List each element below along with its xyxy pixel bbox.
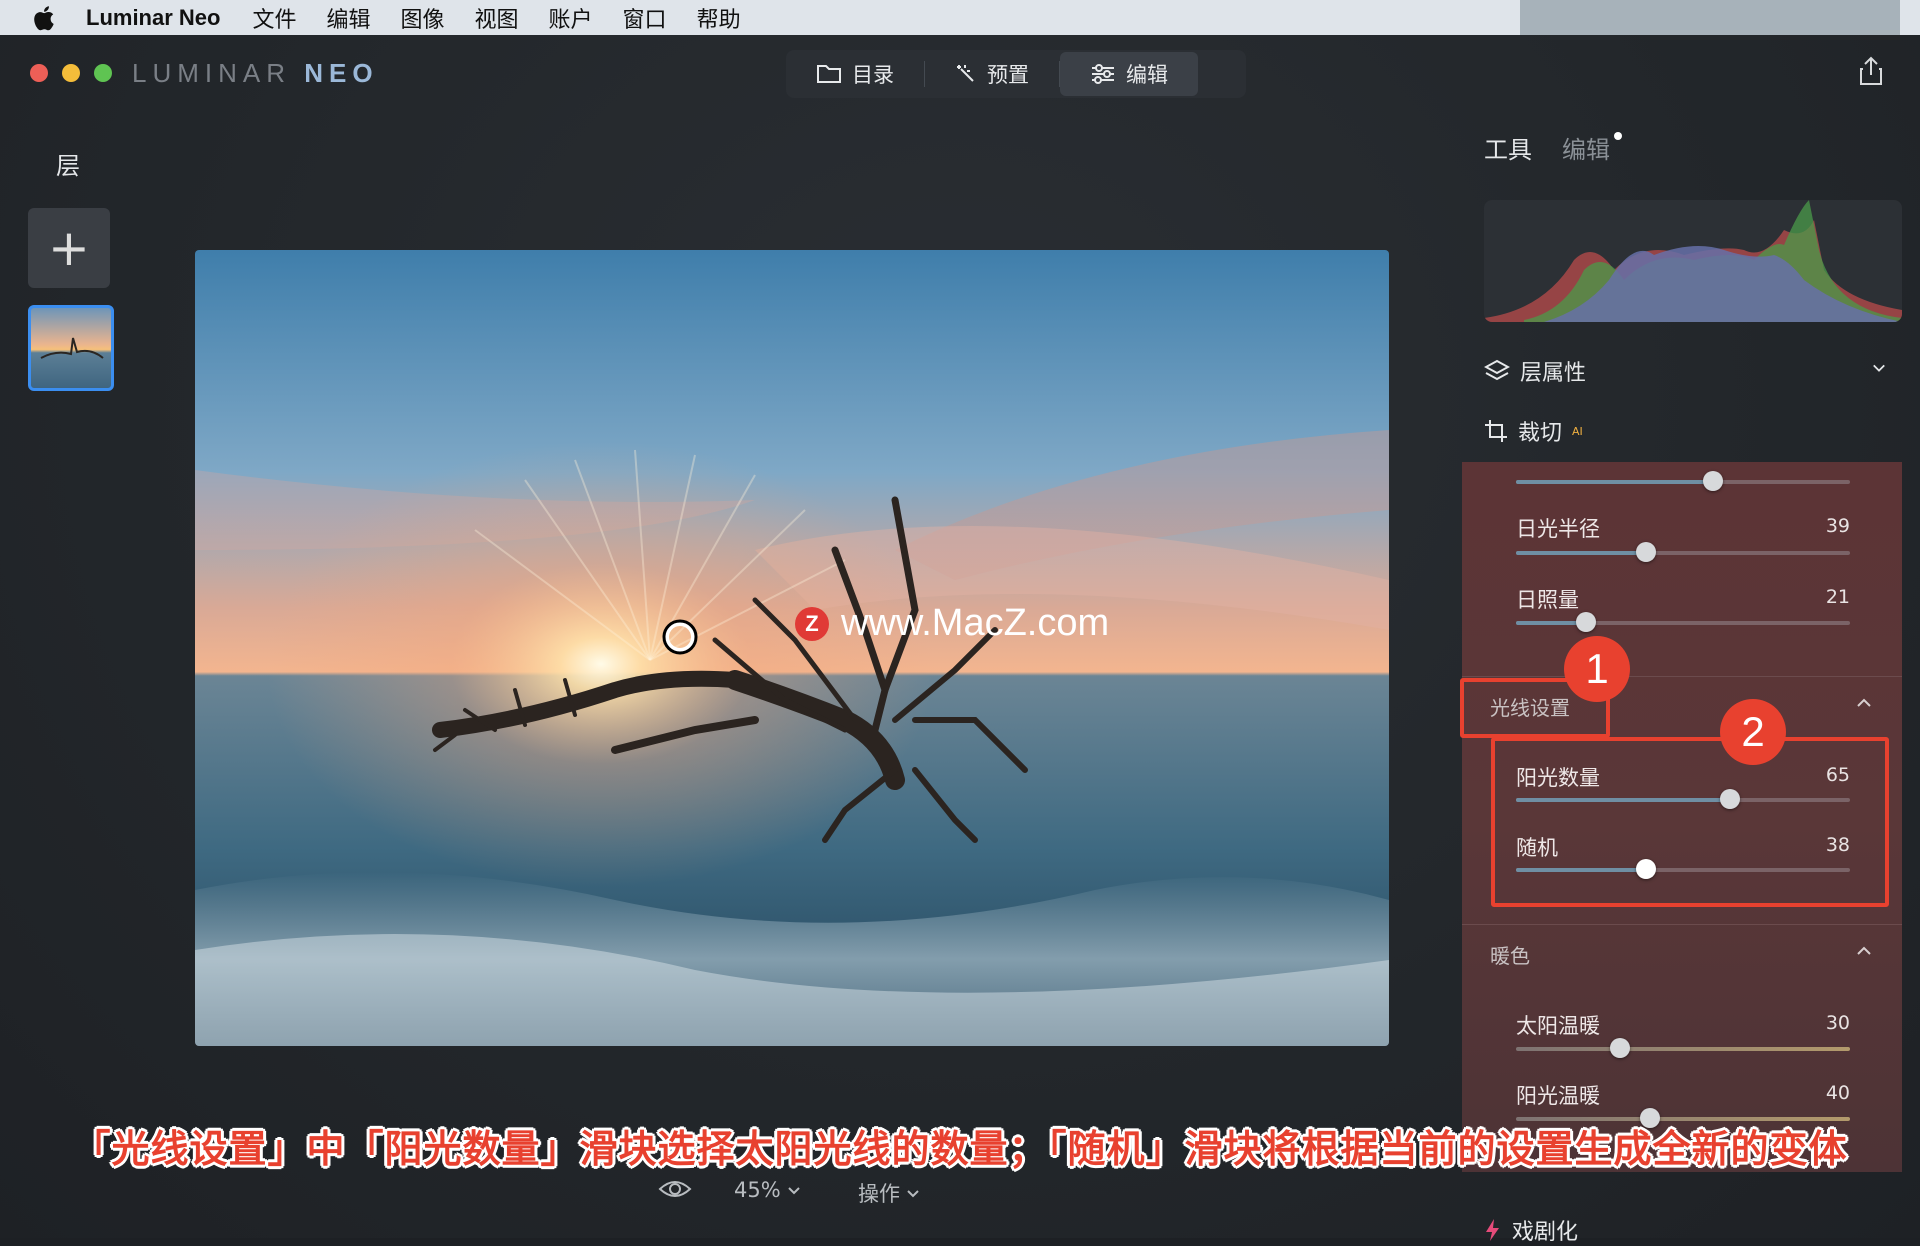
add-layer-button[interactable]: + bbox=[28, 208, 110, 288]
section-warmth[interactable]: 暖色 bbox=[1490, 940, 1530, 969]
section-divider bbox=[1462, 924, 1902, 925]
slider-label-ray-warmth: 阳光温暖 bbox=[1516, 1084, 1600, 1108]
menu-account[interactable]: 账户 bbox=[549, 2, 593, 34]
right-panel-tabs: 工具 编辑 bbox=[1484, 130, 1622, 165]
app-menu[interactable]: Luminar Neo bbox=[86, 5, 220, 31]
chevron-down-icon bbox=[787, 1187, 800, 1195]
actions-label: 操作 bbox=[858, 1182, 900, 1206]
zoom-value: 45% bbox=[734, 1178, 781, 1202]
chevron-up-icon[interactable] bbox=[1856, 698, 1872, 708]
menu-window[interactable]: 窗口 bbox=[623, 2, 667, 34]
app-logo: LUMINAR NEO bbox=[132, 58, 379, 89]
tab-presets[interactable]: 预置 bbox=[925, 52, 1059, 96]
apple-menu-icon[interactable] bbox=[30, 4, 56, 32]
tab-edits-history[interactable]: 编辑 bbox=[1562, 130, 1622, 165]
partial-slider[interactable] bbox=[1516, 471, 1850, 491]
chevron-up-icon[interactable] bbox=[1856, 946, 1872, 956]
ai-badge: AI bbox=[1572, 424, 1583, 438]
tab-tools[interactable]: 工具 bbox=[1484, 130, 1532, 165]
layer-thumbnail[interactable] bbox=[28, 305, 114, 391]
watermark: Z www.MacZ.com bbox=[795, 602, 1109, 645]
tab-presets-label: 预置 bbox=[987, 63, 1029, 87]
drama-tool-row[interactable]: 戏剧化 bbox=[1484, 1214, 1578, 1246]
lightning-icon bbox=[1486, 1219, 1499, 1241]
menu-file[interactable]: 文件 bbox=[252, 2, 296, 34]
crop-label: 裁切 bbox=[1518, 421, 1563, 446]
plus-icon: + bbox=[48, 219, 90, 277]
close-window-button[interactable] bbox=[30, 64, 48, 82]
minimize-window-button[interactable] bbox=[62, 64, 80, 82]
logo-neo: NEO bbox=[304, 58, 379, 88]
slider-label-sun-radius: 日光半径 bbox=[1516, 517, 1600, 541]
tab-catalog-label: 目录 bbox=[852, 63, 894, 87]
sparkle-wand-icon bbox=[957, 65, 974, 82]
watermark-text: www.MacZ.com bbox=[841, 602, 1110, 644]
logo-luminar: LUMINAR bbox=[132, 58, 292, 88]
layer-properties-row[interactable]: 层属性 bbox=[1484, 355, 1885, 387]
preview-toggle[interactable] bbox=[658, 1178, 692, 1200]
tab-edit-label: 编辑 bbox=[1126, 63, 1168, 87]
zoom-window-button[interactable] bbox=[94, 64, 112, 82]
slider-label-sun-warmth: 太阳温暖 bbox=[1516, 1014, 1600, 1038]
menu-bar: Luminar Neo 文件 编辑 图像 视图 账户 窗口 帮助 bbox=[0, 0, 1920, 35]
step-badge-1: 1 bbox=[1564, 636, 1630, 702]
watermark-badge: Z bbox=[795, 606, 829, 641]
chevron-down-icon[interactable] bbox=[1872, 361, 1886, 375]
chevron-down-icon bbox=[907, 1190, 919, 1198]
drama-label: 戏剧化 bbox=[1512, 1220, 1579, 1245]
tab-catalog[interactable]: 目录 bbox=[786, 52, 924, 96]
folder-icon bbox=[817, 65, 841, 83]
menu-view[interactable]: 视图 bbox=[475, 2, 519, 34]
layers-stack-icon bbox=[1484, 359, 1510, 381]
highlight-rays-sliders bbox=[1491, 737, 1889, 907]
photo-canvas[interactable] bbox=[195, 250, 1389, 1046]
crop-row[interactable]: 裁切 AI bbox=[1484, 415, 1583, 447]
sunset-photo bbox=[195, 250, 1389, 1046]
section-divider bbox=[1462, 676, 1902, 677]
slider-handle[interactable] bbox=[1576, 612, 1596, 632]
menu-edit[interactable]: 编辑 bbox=[326, 2, 370, 34]
tab-edit[interactable]: 编辑 bbox=[1060, 52, 1198, 96]
eye-icon bbox=[658, 1181, 692, 1197]
slider-handle[interactable] bbox=[1610, 1038, 1630, 1058]
slider-sun-warmth[interactable] bbox=[1516, 1038, 1850, 1058]
thumbnail-image bbox=[40, 337, 104, 359]
slider-value-ray-warmth: 40 bbox=[1825, 1082, 1850, 1104]
slider-label-sunlight-amount: 日照量 bbox=[1516, 588, 1579, 612]
menubar-status-area bbox=[1520, 0, 1900, 35]
step-badge-2: 2 bbox=[1720, 699, 1786, 765]
slider-sun-radius[interactable] bbox=[1516, 542, 1850, 562]
sliders-icon bbox=[1092, 64, 1114, 84]
histogram bbox=[1484, 200, 1902, 322]
layer-properties-label: 层属性 bbox=[1520, 361, 1587, 386]
tutorial-caption: 「光线设置」中「阳光数量」滑块选择太阳光线的数量；「随机」滑块将根据当前的设置生… bbox=[72, 1127, 1848, 1171]
crop-icon bbox=[1485, 420, 1507, 442]
actions-dropdown[interactable]: 操作 bbox=[858, 1178, 920, 1208]
menu-help[interactable]: 帮助 bbox=[697, 2, 741, 34]
slider-value-sunlight-amount: 21 bbox=[1825, 586, 1850, 608]
layers-title: 层 bbox=[56, 152, 80, 180]
mode-tabs: 目录 预置 编辑 bbox=[786, 50, 1246, 98]
slider-sunlight-amount[interactable] bbox=[1516, 612, 1850, 632]
menu-image[interactable]: 图像 bbox=[401, 2, 445, 34]
slider-handle[interactable] bbox=[1636, 542, 1656, 562]
slider-value-sun-warmth: 30 bbox=[1825, 1012, 1850, 1034]
slider-value-sun-radius: 39 bbox=[1825, 515, 1850, 537]
share-icon[interactable] bbox=[1858, 56, 1884, 86]
zoom-dropdown[interactable]: 45% bbox=[734, 1178, 801, 1202]
histogram-graph bbox=[1484, 200, 1902, 322]
